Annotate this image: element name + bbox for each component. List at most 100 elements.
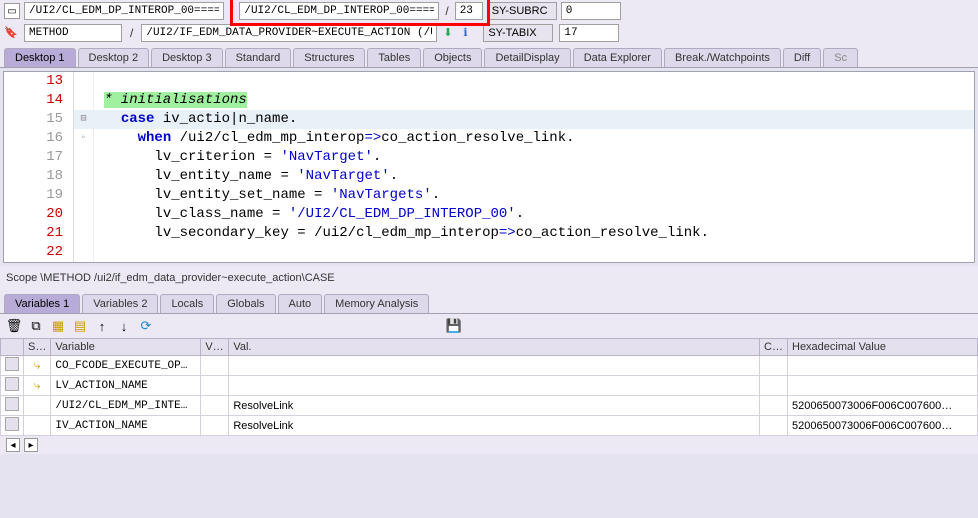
code-content[interactable]: lv_class_name = '/UI2/CL_EDM_DP_INTEROP_… bbox=[94, 205, 524, 224]
variable-name-cell[interactable]: LV_ACTION_NAME bbox=[51, 376, 201, 396]
row-handle[interactable] bbox=[5, 397, 19, 411]
code-editor[interactable]: 1314 * initialisations15⊟ case iv_actio|n… bbox=[3, 71, 975, 263]
variable-row[interactable]: /UI2/CL_EDM_MP_INTE… ResolveLink 520065007… bbox=[1, 396, 978, 416]
line-number: 14 bbox=[4, 91, 74, 110]
code-line[interactable]: 22 bbox=[4, 243, 974, 262]
copy-icon[interactable]: ⧉ bbox=[28, 318, 44, 334]
code-content[interactable]: lv_entity_set_name = 'NavTargets'. bbox=[94, 186, 440, 205]
change-header[interactable]: C… bbox=[760, 339, 788, 356]
sy-tabix-label bbox=[483, 24, 553, 42]
value-cell[interactable] bbox=[229, 376, 760, 396]
code-content[interactable]: lv_secondary_key = /ui2/cl_edm_mp_intero… bbox=[94, 224, 709, 243]
hex-cell bbox=[788, 356, 978, 376]
code-line[interactable]: 16◦ when /ui2/cl_edm_mp_interop=>co_acti… bbox=[4, 129, 974, 148]
variable-row[interactable]: IV_ACTION_NAMEResolveLink5200650073006F0… bbox=[1, 416, 978, 436]
row-handle[interactable] bbox=[5, 377, 19, 391]
program-name-field-2[interactable] bbox=[239, 2, 439, 20]
status-header[interactable]: S… bbox=[24, 339, 51, 356]
fold-marker[interactable]: ⊟ bbox=[74, 110, 94, 129]
code-content[interactable] bbox=[94, 72, 104, 91]
tab-break-watchpoints[interactable]: Break./Watchpoints bbox=[664, 48, 781, 67]
code-line[interactable]: 19 lv_entity_set_name = 'NavTargets'. bbox=[4, 186, 974, 205]
line-number: 21 bbox=[4, 224, 74, 243]
nav-prev-button[interactable]: ◂ bbox=[6, 438, 20, 452]
change-cell bbox=[760, 376, 788, 396]
type-header[interactable]: V… bbox=[201, 339, 229, 356]
method-path-field[interactable] bbox=[141, 24, 437, 42]
tab-data-explorer[interactable]: Data Explorer bbox=[573, 48, 662, 67]
fold-marker bbox=[74, 205, 94, 224]
fold-marker[interactable]: ◦ bbox=[74, 129, 94, 148]
tab-desktop-1[interactable]: Desktop 1 bbox=[4, 48, 76, 67]
code-content[interactable]: when /ui2/cl_edm_mp_interop=>co_action_r… bbox=[94, 129, 575, 148]
hex-cell: 5200650073006F006C007600… bbox=[788, 396, 978, 416]
separator: / bbox=[128, 26, 135, 40]
line-number: 18 bbox=[4, 167, 74, 186]
code-line[interactable]: 15⊟ case iv_actio|n_name. bbox=[4, 110, 974, 129]
program-name-field-1[interactable] bbox=[24, 2, 224, 20]
value-cell[interactable]: ResolveLink bbox=[229, 416, 760, 436]
step-icon[interactable]: ⬇ bbox=[443, 26, 457, 40]
tab-tables[interactable]: Tables bbox=[367, 48, 421, 67]
tab-desktop-2[interactable]: Desktop 2 bbox=[78, 48, 150, 67]
code-content[interactable]: case iv_actio|n_name. bbox=[94, 110, 297, 129]
refresh-icon[interactable]: ⟳ bbox=[138, 318, 154, 334]
tab-structures[interactable]: Structures bbox=[293, 48, 365, 67]
value-cell[interactable]: ResolveLink bbox=[229, 396, 760, 416]
method-info-bar: 🔖 / ⬇ ℹ bbox=[0, 22, 978, 44]
delete-icon[interactable]: 🗑 bbox=[6, 318, 22, 334]
sort-asc-icon[interactable]: ↑ bbox=[94, 318, 110, 334]
vartab-variables-2[interactable]: Variables 2 bbox=[82, 294, 158, 313]
value-cell[interactable] bbox=[229, 356, 760, 376]
vartab-variables-1[interactable]: Variables 1 bbox=[4, 294, 80, 313]
variable-name-cell[interactable]: /UI2/CL_EDM_MP_INTE… bbox=[51, 396, 201, 416]
variable-header[interactable]: Variable bbox=[51, 339, 201, 356]
code-line[interactable]: 14 * initialisations bbox=[4, 91, 974, 110]
fold-marker bbox=[74, 243, 94, 262]
sort-desc-icon[interactable]: ↓ bbox=[116, 318, 132, 334]
tab-standard[interactable]: Standard bbox=[225, 48, 292, 67]
handle-header[interactable] bbox=[1, 339, 24, 356]
nav-next-button[interactable]: ▸ bbox=[24, 438, 38, 452]
tab-diff[interactable]: Diff bbox=[783, 48, 821, 67]
vartab-locals[interactable]: Locals bbox=[160, 294, 214, 313]
value-header[interactable]: Val. bbox=[229, 339, 760, 356]
line-number-field[interactable] bbox=[455, 2, 483, 20]
method-field[interactable] bbox=[24, 24, 122, 42]
save-icon[interactable]: 💾 bbox=[446, 318, 462, 334]
code-line[interactable]: 18 lv_entity_name = 'NavTarget'. bbox=[4, 167, 974, 186]
code-line[interactable]: 13 bbox=[4, 72, 974, 91]
tab-desktop-3[interactable]: Desktop 3 bbox=[151, 48, 223, 67]
code-content[interactable]: lv_criterion = 'NavTarget'. bbox=[94, 148, 381, 167]
bookmark-icon[interactable]: 🔖 bbox=[4, 26, 18, 40]
code-line[interactable]: 21 lv_secondary_key = /ui2/cl_edm_mp_int… bbox=[4, 224, 974, 243]
select-all-icon[interactable]: ▦ bbox=[50, 318, 66, 334]
sy-tabix-value[interactable] bbox=[559, 24, 619, 42]
vartab-globals[interactable]: Globals bbox=[216, 294, 275, 313]
row-handle[interactable] bbox=[5, 417, 19, 431]
row-handle[interactable] bbox=[5, 357, 19, 371]
sy-subrc-value[interactable] bbox=[561, 2, 621, 20]
code-content[interactable] bbox=[94, 243, 104, 262]
info-icon[interactable]: ℹ bbox=[463, 26, 477, 40]
sy-subrc-label bbox=[487, 2, 557, 20]
variable-row[interactable]: ⤷CO_FCODE_EXECUTE_OP… bbox=[1, 356, 978, 376]
variable-name-cell[interactable]: CO_FCODE_EXECUTE_OP… bbox=[51, 356, 201, 376]
code-line[interactable]: 17 lv_criterion = 'NavTarget'. bbox=[4, 148, 974, 167]
variable-row[interactable]: ⤷LV_ACTION_NAME bbox=[1, 376, 978, 396]
hex-header[interactable]: Hexadecimal Value bbox=[788, 339, 978, 356]
tab-objects[interactable]: Objects bbox=[423, 48, 482, 67]
code-content[interactable]: lv_entity_name = 'NavTarget'. bbox=[94, 167, 398, 186]
variable-name-cell[interactable]: IV_ACTION_NAME bbox=[51, 416, 201, 436]
type-cell bbox=[201, 356, 229, 376]
code-content[interactable]: * initialisations bbox=[94, 91, 247, 110]
tab-detaildisplay[interactable]: DetailDisplay bbox=[484, 48, 570, 67]
variable-tabstrip: Variables 1Variables 2LocalsGlobalsAutoM… bbox=[0, 290, 978, 314]
type-cell bbox=[201, 376, 229, 396]
vartab-auto[interactable]: Auto bbox=[278, 294, 323, 313]
collapse-icon[interactable]: ▤ bbox=[72, 318, 88, 334]
nav-back-icon[interactable]: ▭ bbox=[4, 3, 20, 19]
code-line[interactable]: 20 lv_class_name = '/UI2/CL_EDM_DP_INTER… bbox=[4, 205, 974, 224]
vartab-memory-analysis[interactable]: Memory Analysis bbox=[324, 294, 429, 313]
tab-sc[interactable]: Sc bbox=[823, 48, 858, 67]
